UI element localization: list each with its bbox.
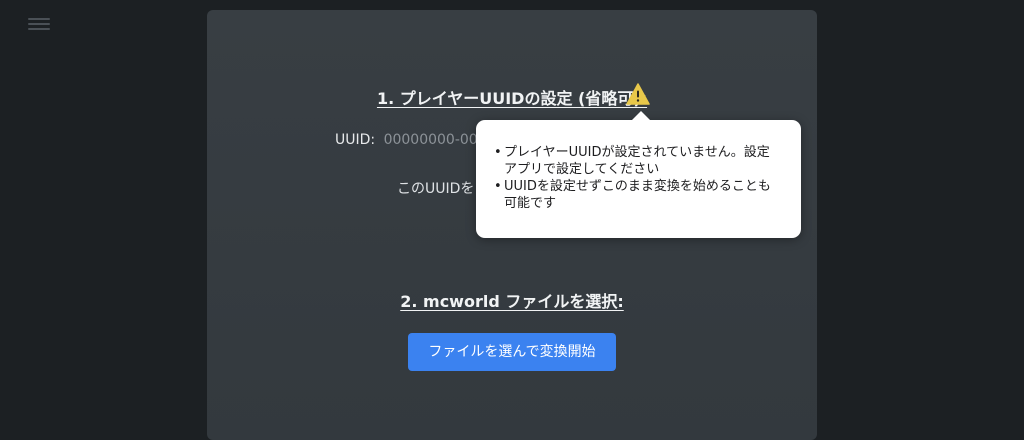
select-file-convert-button[interactable]: ファイルを選んで変換開始 xyxy=(408,333,616,371)
popover-arrow xyxy=(631,111,651,121)
uuid-section-title: 1. プレイヤーUUIDの設定 (省略可): xyxy=(376,89,648,108)
hamburger-menu-icon[interactable] xyxy=(28,18,50,32)
uuid-label: UUID: xyxy=(335,132,376,148)
warning-item-uuid-not-set: プレイヤーUUIDが設定されていません。設定アプリで設定してください xyxy=(494,144,779,178)
uuid-row: UUID: 00000000-000 xyxy=(335,132,487,148)
warning-triangle-icon[interactable] xyxy=(626,83,650,105)
uuid-value: 00000000-000 xyxy=(383,132,487,148)
warning-list: プレイヤーUUIDが設定されていません。設定アプリで設定してください UUIDを… xyxy=(476,120,801,212)
warning-item-continue-without-uuid: UUIDを設定せずこのまま変換を始めることも可能です xyxy=(494,178,779,212)
file-section-title: 2. mcworld ファイルを選択: xyxy=(400,292,624,311)
warning-popover: プレイヤーUUIDが設定されていません。設定アプリで設定してください UUIDを… xyxy=(476,111,801,238)
uuid-note: このUUIDを xyxy=(397,181,475,197)
